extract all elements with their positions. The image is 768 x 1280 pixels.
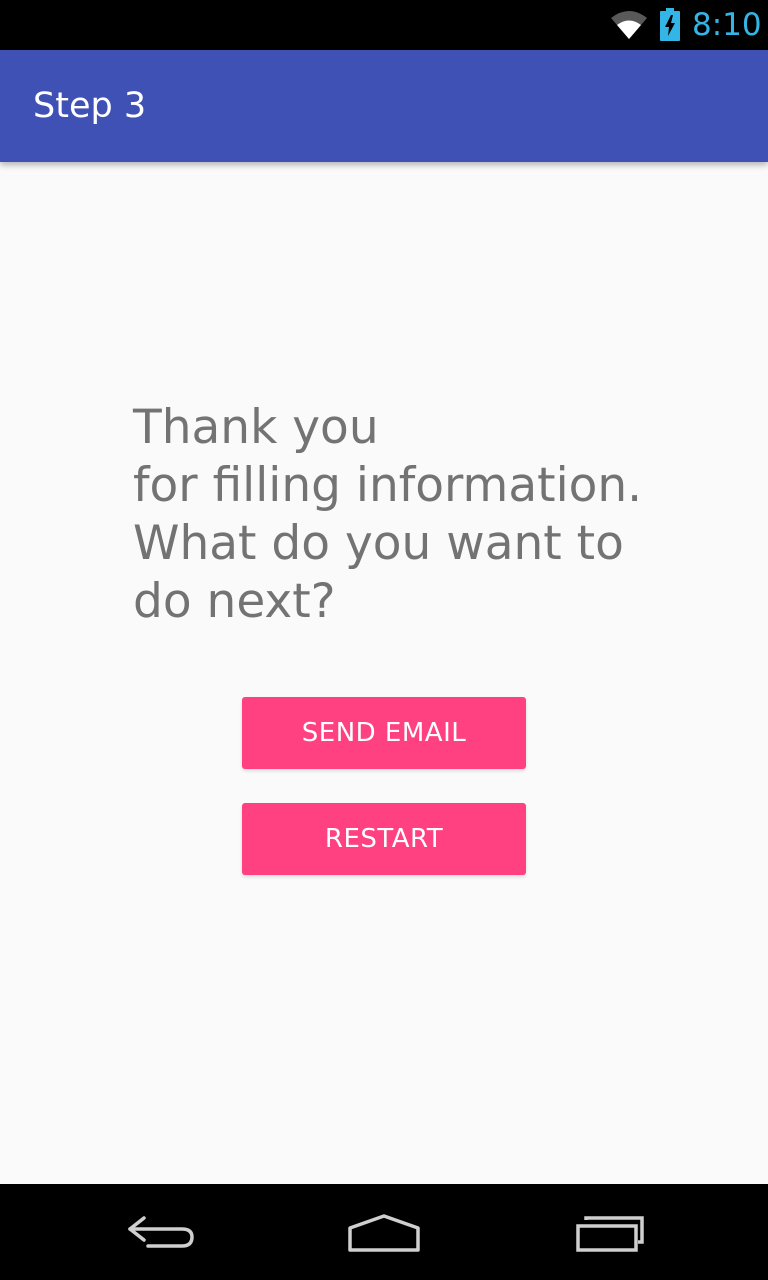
page-title: Step 3 [33, 86, 147, 126]
wifi-icon [611, 11, 647, 39]
message-line: for filling information. [133, 458, 643, 513]
navigation-bar [0, 1184, 768, 1280]
recents-icon[interactable] [570, 1206, 650, 1258]
message-line: Thank you [133, 400, 379, 455]
restart-button[interactable]: RESTART [242, 803, 526, 875]
thank-you-message: Thank you for filling information. What … [133, 399, 693, 631]
message-line: What do you want to [133, 516, 624, 571]
battery-charging-icon [660, 8, 680, 41]
home-icon[interactable] [344, 1206, 424, 1258]
app-bar: Step 3 [0, 50, 768, 162]
back-icon[interactable] [120, 1206, 200, 1258]
status-clock: 8:10 [692, 7, 762, 43]
main-content: Thank you for filling information. What … [0, 162, 768, 1184]
status-bar: 8:10 [0, 0, 768, 50]
send-email-button[interactable]: SEND EMAIL [242, 697, 526, 769]
message-line: do next? [133, 574, 336, 629]
